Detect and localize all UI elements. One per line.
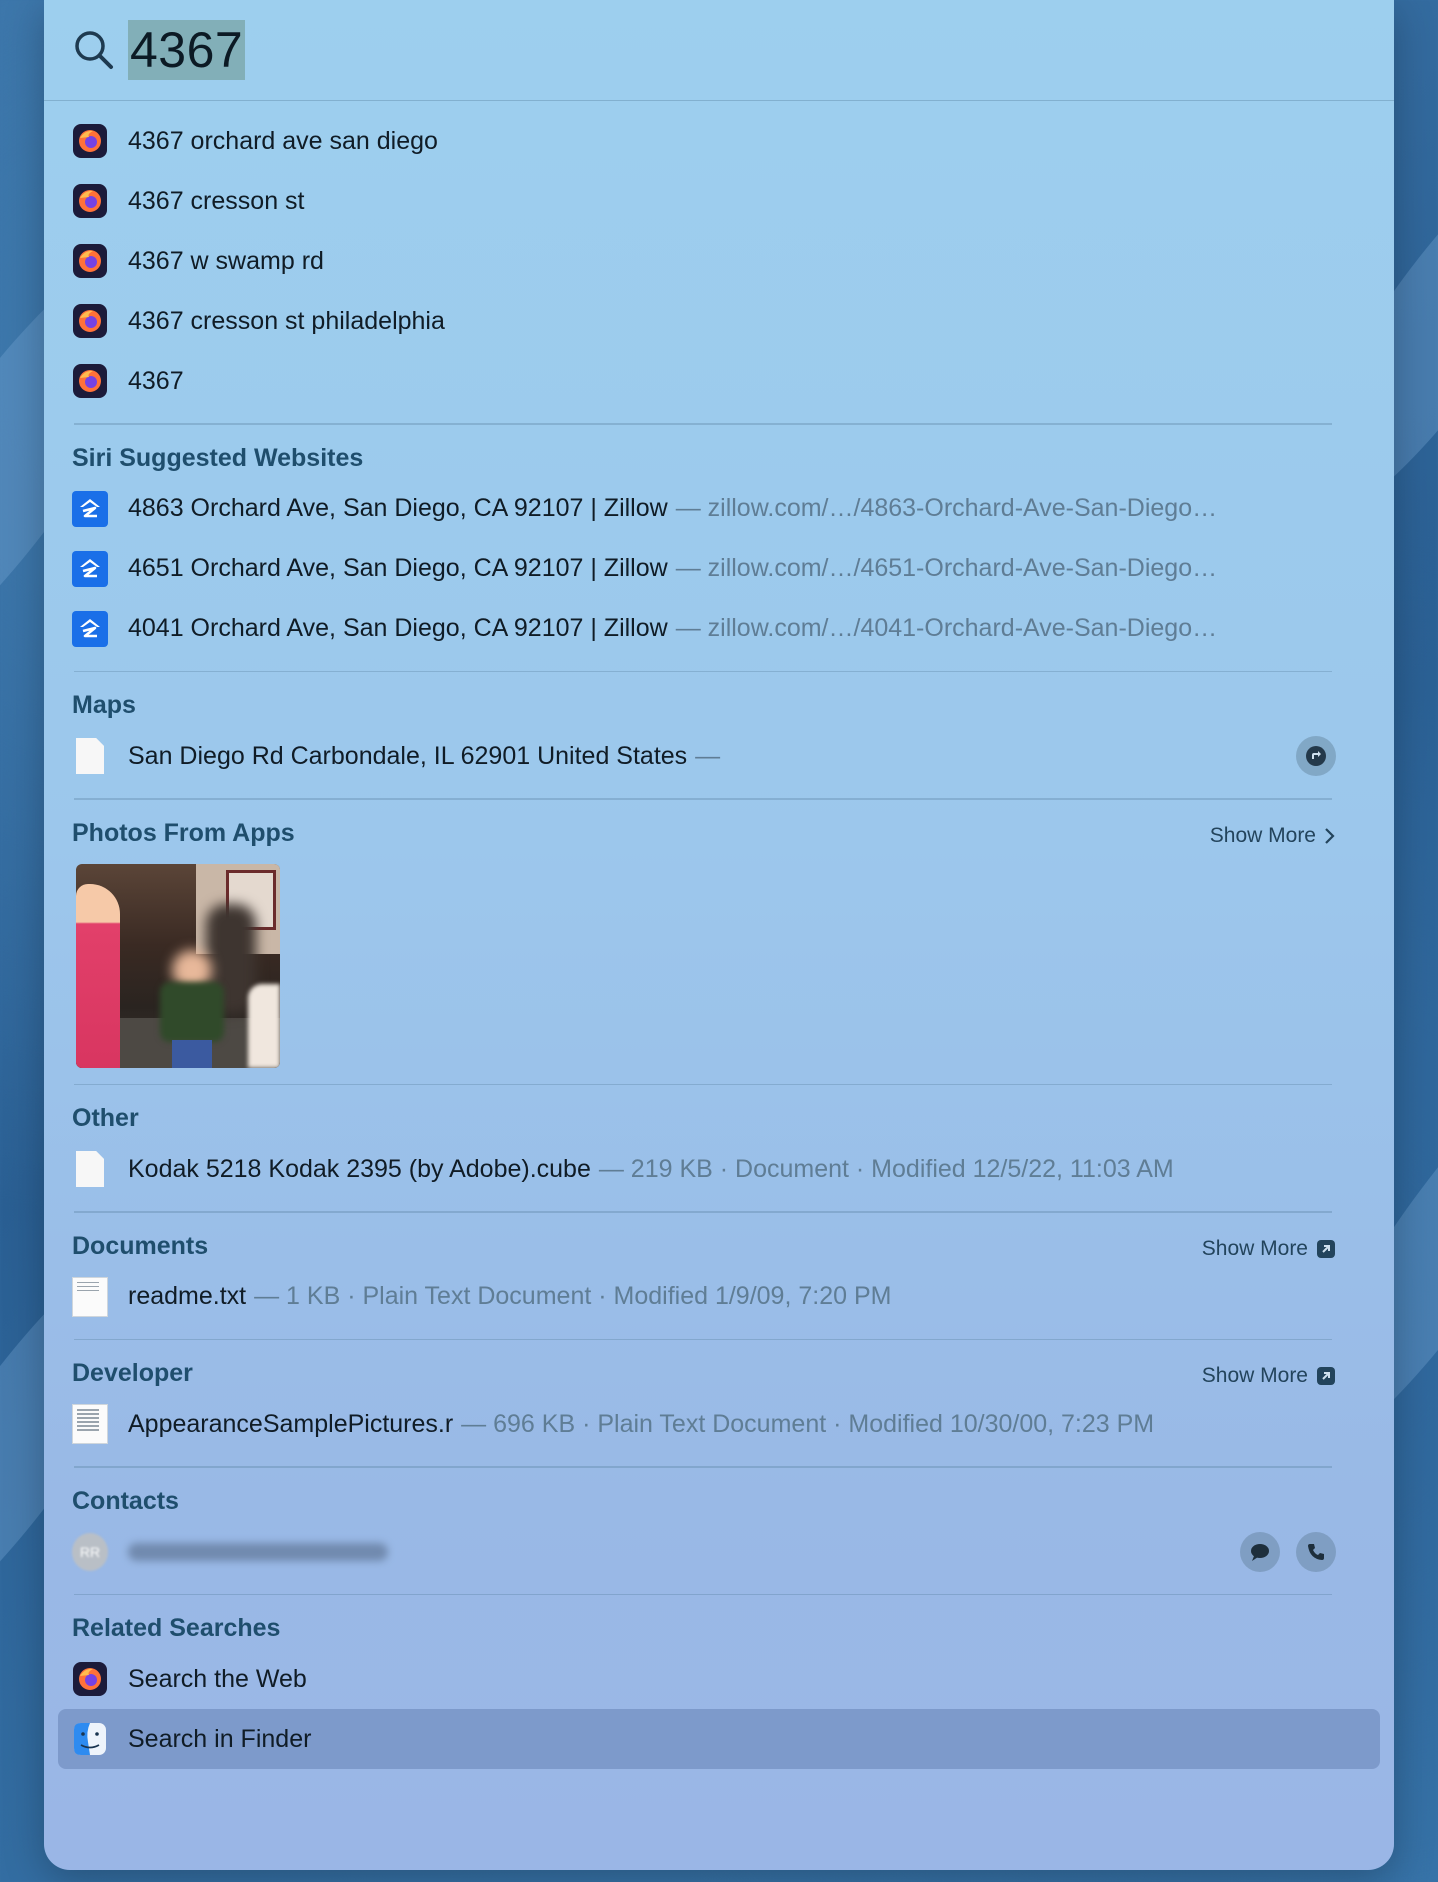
section-heading: Documents [72, 1231, 209, 1260]
section-heading: Maps [72, 691, 136, 719]
developer-item[interactable]: AppearanceSamplePictures.r — 696 KB · Pl… [44, 1394, 1394, 1454]
firefox-icon [72, 303, 108, 339]
firefox-icon [72, 123, 108, 159]
open-external-icon [1317, 1367, 1335, 1385]
show-more-button[interactable]: Show More [1202, 1364, 1336, 1388]
zillow-icon [72, 550, 108, 587]
document-icon [72, 1151, 108, 1187]
suggestion-label: 4367 orchard ave san diego [128, 126, 438, 155]
suggestion-item[interactable]: 4367 [44, 351, 1394, 411]
map-meta: — [695, 741, 721, 770]
related-label: Search in Finder [128, 1724, 312, 1753]
map-item[interactable]: San Diego Rd Carbondale, IL 62901 United… [44, 726, 1394, 786]
website-title: 4651 Orchard Ave, San Diego, CA 92107 | … [128, 554, 668, 582]
contact-item[interactable]: RR [44, 1522, 1394, 1582]
section-contacts: Contacts [44, 1468, 1394, 1522]
section-documents: Documents Show More [44, 1213, 1394, 1267]
show-more-button[interactable]: Show More [1202, 1237, 1336, 1261]
zillow-icon [72, 490, 108, 527]
suggestion-label: 4367 [128, 366, 184, 395]
show-more-label: Show More [1201, 1236, 1308, 1260]
section-heading: Contacts [72, 1486, 179, 1515]
suggestion-item[interactable]: 4367 cresson st philadelphia [44, 291, 1394, 351]
file-title: Kodak 5218 Kodak 2395 (by Adobe).cube [128, 1154, 591, 1183]
suggestion-label: 4367 w swamp rd [128, 246, 324, 275]
text-file-icon [72, 1276, 108, 1317]
contact-name-redacted [128, 1542, 388, 1561]
website-title: 4041 Orchard Ave, San Diego, CA 92107 | … [128, 614, 668, 642]
text-file-icon [72, 1404, 108, 1444]
firefox-icon [72, 1661, 108, 1697]
document-item[interactable]: readme.txt — 1 KB · Plain Text Document … [44, 1267, 1394, 1327]
document-icon [72, 738, 108, 774]
photo-thumbnail[interactable] [76, 863, 280, 1068]
firefox-icon [72, 363, 108, 399]
chevron-right-icon [1325, 827, 1335, 844]
website-url: — zillow.com/…/4863-Orchard-Ave-San-Dieg… [675, 494, 1218, 522]
website-item[interactable]: 4041 Orchard Ave, San Diego, CA 92107 | … [44, 599, 1394, 659]
search-bar[interactable]: 4367 [44, 0, 1394, 101]
zillow-icon [72, 610, 108, 647]
firefox-icon [72, 183, 108, 219]
finder-icon [72, 1721, 108, 1757]
search-web-item[interactable]: Search the Web [44, 1649, 1394, 1709]
section-photos: Photos From Apps Show More [44, 800, 1394, 854]
section-related: Related Searches [44, 1595, 1394, 1649]
avatar: RR [72, 1532, 108, 1571]
section-heading: Developer [72, 1359, 193, 1387]
show-more-button[interactable]: Show More [1210, 824, 1336, 848]
open-external-icon [1317, 1239, 1335, 1258]
file-title: readme.txt [128, 1282, 247, 1310]
spotlight-panel: 4367 4367 orchard ave san diego 4367 cre… [44, 0, 1394, 1870]
file-title: AppearanceSamplePictures.r [128, 1409, 454, 1438]
website-title: 4863 Orchard Ave, San Diego, CA 92107 | … [128, 494, 668, 522]
show-more-label: Show More [1209, 823, 1316, 847]
website-url: — zillow.com/…/4041-Orchard-Ave-San-Dieg… [675, 614, 1218, 642]
section-heading: Photos From Apps [72, 818, 295, 847]
suggestion-label: 4367 cresson st philadelphia [128, 306, 445, 335]
suggestion-item[interactable]: 4367 cresson st [44, 171, 1394, 231]
file-meta: — 1 KB · Plain Text Document · Modified … [254, 1282, 892, 1310]
suggestion-item[interactable]: 4367 w swamp rd [44, 231, 1394, 291]
search-input[interactable]: 4367 [128, 20, 246, 80]
website-url: — zillow.com/…/4651-Orchard-Ave-San-Dieg… [675, 554, 1218, 582]
section-heading: Siri Suggested Websites [72, 443, 364, 472]
website-item[interactable]: 4651 Orchard Ave, San Diego, CA 92107 | … [44, 539, 1394, 599]
file-meta: — 696 KB · Plain Text Document · Modifie… [461, 1409, 1155, 1438]
related-label: Search the Web [128, 1664, 307, 1693]
map-title: San Diego Rd Carbondale, IL 62901 United… [128, 741, 688, 770]
section-heading: Other [72, 1104, 139, 1132]
firefox-icon [72, 243, 108, 279]
search-finder-item[interactable]: Search in Finder [58, 1709, 1380, 1769]
phone-icon[interactable] [1296, 1531, 1336, 1572]
other-item[interactable]: Kodak 5218 Kodak 2395 (by Adobe).cube — … [44, 1139, 1394, 1199]
message-icon[interactable] [1240, 1531, 1280, 1572]
website-item[interactable]: 4863 Orchard Ave, San Diego, CA 92107 | … [44, 479, 1394, 539]
show-more-label: Show More [1201, 1364, 1308, 1387]
directions-icon[interactable] [1296, 736, 1336, 776]
suggestion-item[interactable]: 4367 orchard ave san diego [44, 111, 1394, 171]
section-heading: Related Searches [72, 1614, 281, 1642]
suggestion-label: 4367 cresson st [128, 186, 305, 215]
file-meta: — 219 KB · Document · Modified 12/5/22, … [598, 1154, 1174, 1183]
section-siri-websites: Siri Suggested Websites [44, 425, 1394, 479]
section-maps: Maps [44, 672, 1394, 726]
section-developer: Developer Show More [44, 1340, 1394, 1394]
section-other: Other [44, 1085, 1394, 1139]
search-icon [75, 31, 113, 69]
